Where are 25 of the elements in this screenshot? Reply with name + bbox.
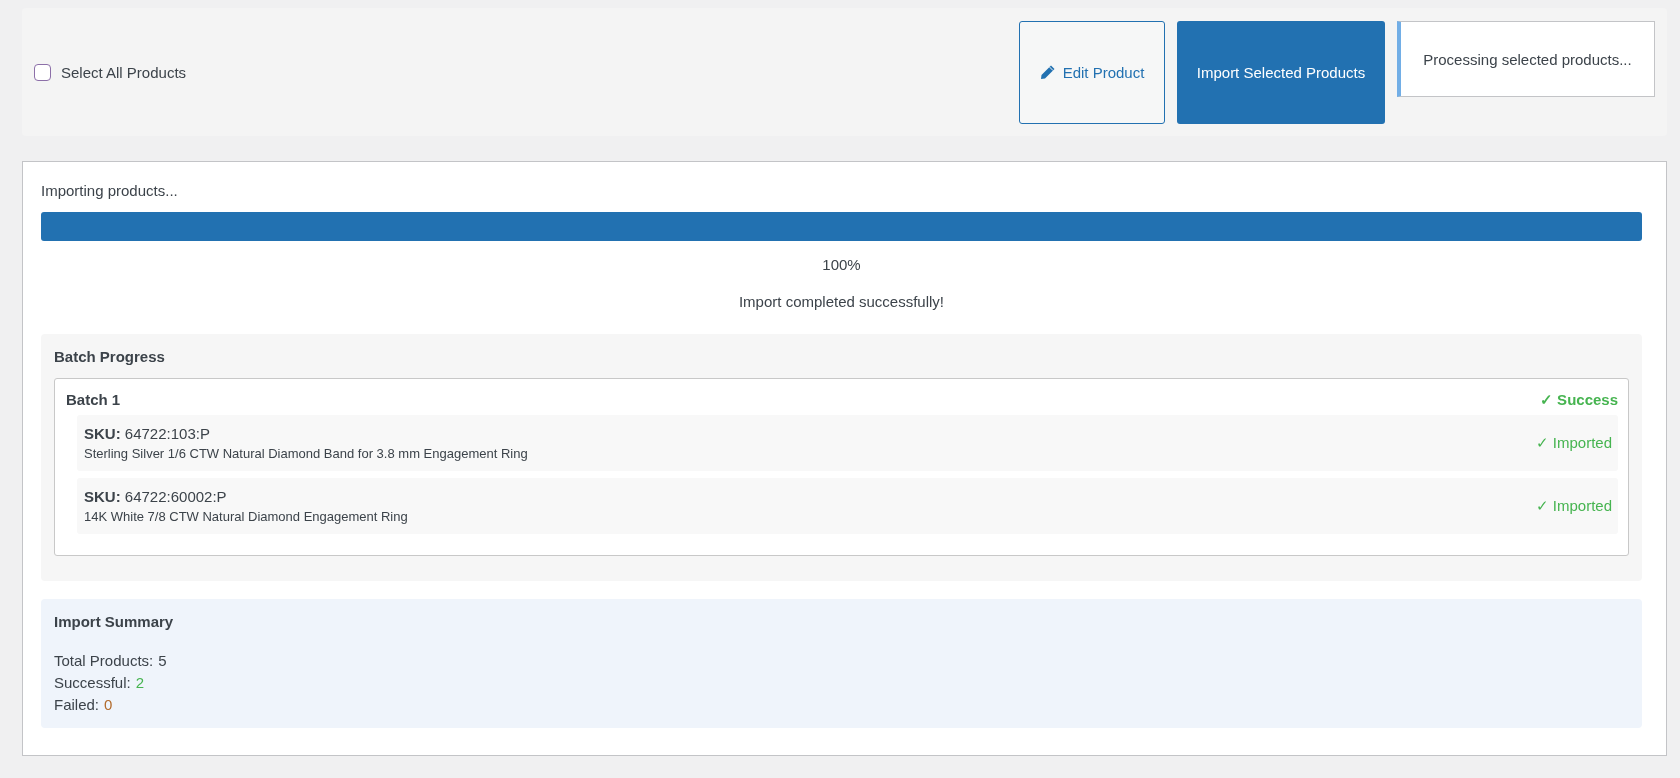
select-all-checkbox[interactable] [34,63,51,81]
imported-status: ✓ Imported [1535,497,1612,515]
progress-heading: Importing products... [41,182,179,199]
processing-notice: Processing selected products... [1397,21,1655,97]
summary-label: Failed: [54,695,100,715]
select-all-label: Select All Products [61,63,187,81]
batch-progress-title: Batch Progress [54,348,165,365]
batch-status: ✓ Success [1539,391,1618,409]
sku-text: SKU: 64722:60002:P [84,488,227,505]
imported-status: ✓ Imported [1535,434,1612,452]
summary-title: Import Summary [54,613,174,630]
edit-product-button[interactable]: Edit Product [1019,20,1165,124]
product-name: 14K White 7/8 CTW Natural Diamond Engagement Ring [84,509,408,524]
summary-value: 2 [135,673,145,693]
summary-value: 5 [158,651,167,671]
progress-percent: 100% [822,256,861,273]
summary-value: 0 [104,695,113,715]
import-selected-button[interactable]: Import Selected Products [1177,20,1385,124]
batch-name: Batch 1 [66,391,121,409]
product-name: Sterling Silver 1/6 CTW Natural Diamond Band for 3.8 mm Engagement Ring [84,446,528,461]
summary-label: Successful: [54,673,131,693]
summary-label: Total Products: [54,651,154,671]
pencil-icon [1039,64,1056,80]
sku-text: SKU: 64722:103:P [84,425,210,442]
progress-message: Import completed successfully! [738,293,945,310]
